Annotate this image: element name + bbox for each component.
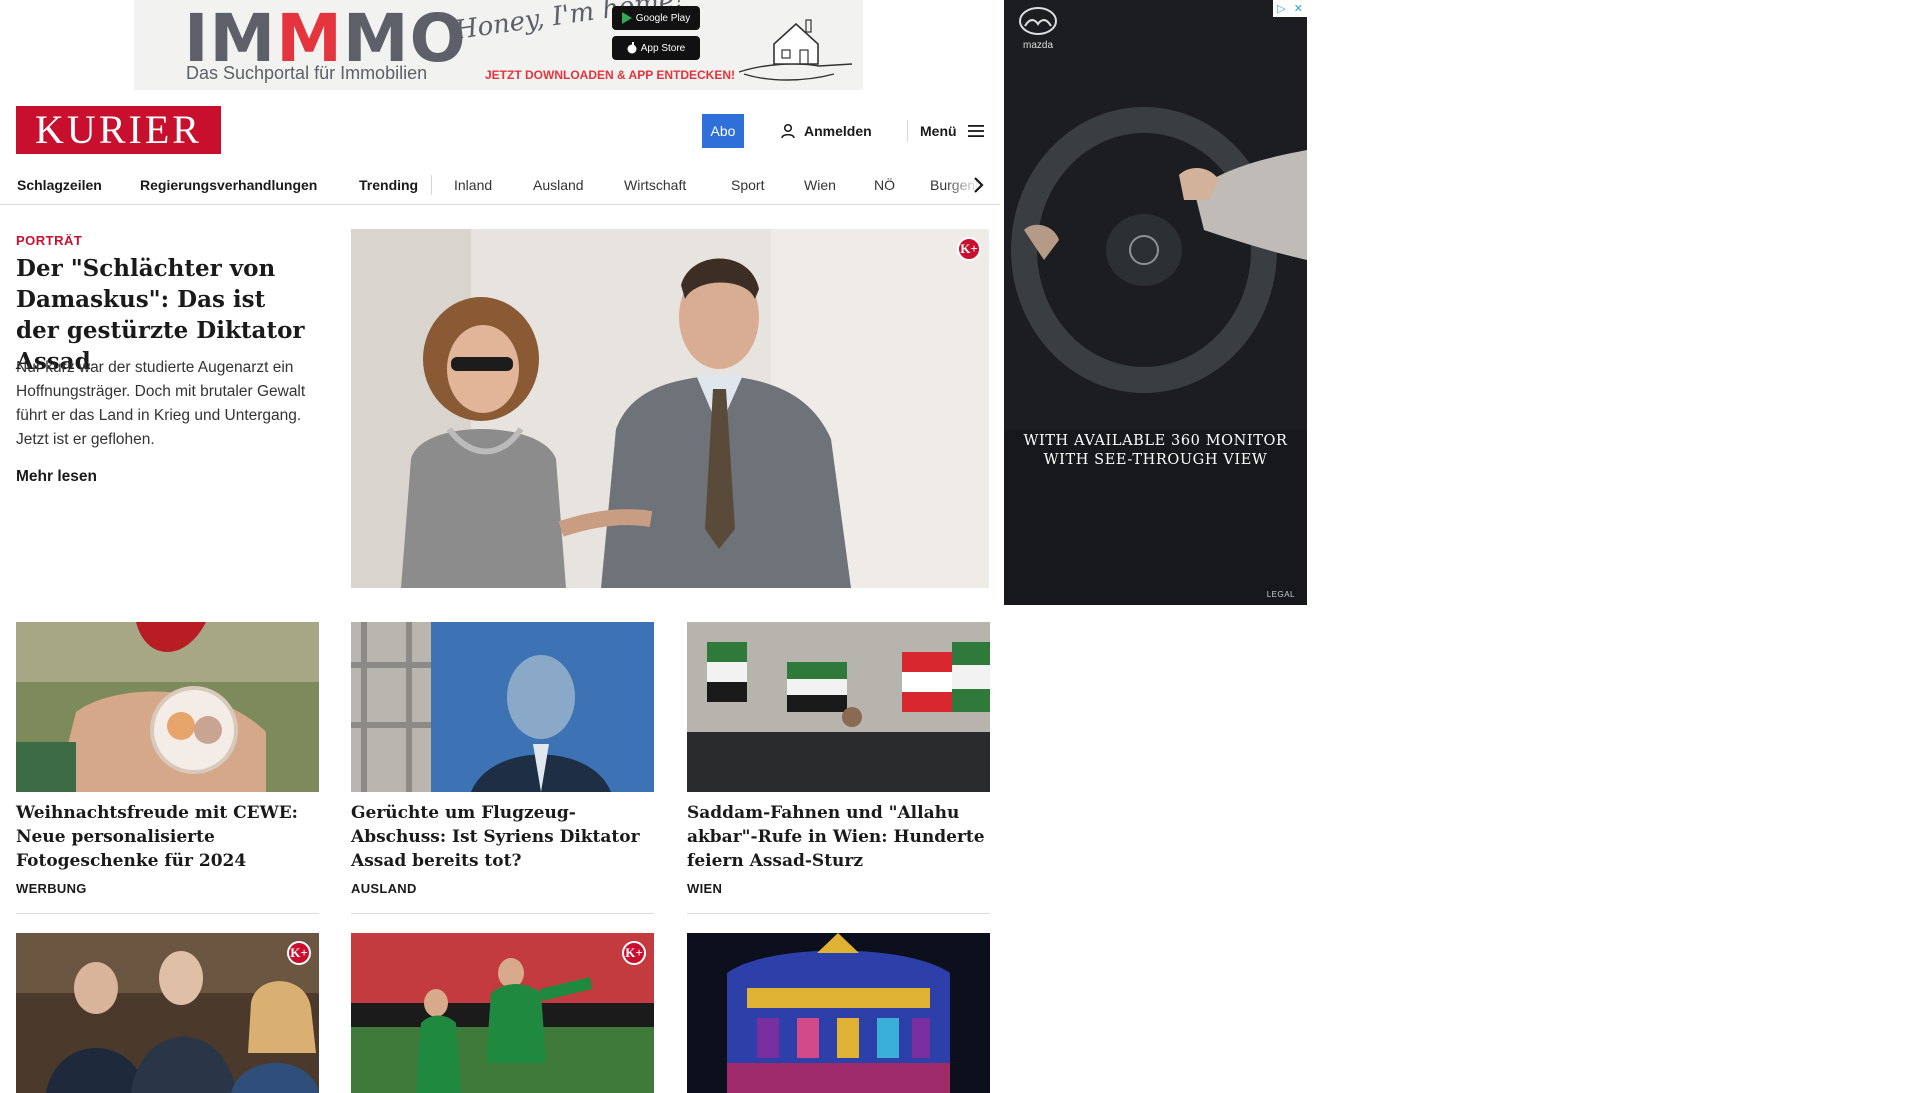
article-card[interactable]: K+ xyxy=(16,933,319,1093)
kurier-plus-badge: K+ xyxy=(957,237,981,261)
article-image[interactable] xyxy=(16,622,319,792)
poster-photo xyxy=(351,622,654,792)
app-store-badge[interactable]: App Store xyxy=(612,36,700,60)
ornament-photo xyxy=(16,622,319,792)
ad-car-interior-photo xyxy=(1004,0,1307,430)
card-divider xyxy=(351,913,654,914)
nav-item-inland[interactable]: Inland xyxy=(454,166,492,204)
article-title[interactable]: Saddam-Fahnen und "Allahu akbar"-Rufe in… xyxy=(687,801,990,873)
nav-item-schlagzeilen[interactable]: Schlagzeilen xyxy=(17,166,102,204)
kurier-logo[interactable]: KURIER xyxy=(16,106,221,154)
apple-icon xyxy=(627,42,637,54)
article-card[interactable]: Gerüchte um Flugzeug-Abschuss: Ist Syrie… xyxy=(351,622,654,914)
close-icon[interactable]: ✕ xyxy=(1294,2,1303,15)
hamburger-icon xyxy=(967,125,984,137)
ad-headline: WITH AVAILABLE 360 MONITOR WITH SEE-THRO… xyxy=(1023,433,1288,468)
article-category: WIEN xyxy=(687,881,723,896)
protest-photo xyxy=(687,622,990,792)
top-banner-ad[interactable]: IMMMO Das Suchportal für Immobilien Hone… xyxy=(134,0,863,90)
kurier-plus-badge: K+ xyxy=(287,941,311,965)
nav-item-wien[interactable]: Wien xyxy=(804,166,836,204)
kurier-plus-badge: K+ xyxy=(622,941,646,965)
ad-cta: JETZT DOWNLOADEN & APP ENTDECKEN! xyxy=(485,68,736,82)
lead-story-image[interactable]: K+ xyxy=(351,229,989,588)
article-image[interactable] xyxy=(687,622,990,792)
play-store-icon xyxy=(621,12,632,24)
article-image[interactable]: K+ xyxy=(351,933,654,1093)
ad-legal[interactable]: LEGAL xyxy=(1267,590,1295,599)
card-divider xyxy=(16,913,319,914)
menu-label: Menü xyxy=(920,123,957,139)
login-label: Anmelden xyxy=(804,123,872,139)
article-image[interactable] xyxy=(351,622,654,792)
article-image[interactable] xyxy=(687,933,990,1093)
politicians-photo xyxy=(16,933,319,1093)
article-card[interactable] xyxy=(687,933,990,1093)
lead-kicker: PORTRÄT xyxy=(16,233,83,248)
adchoices-icon[interactable]: ▷ xyxy=(1277,2,1285,15)
article-card[interactable]: Weihnachtsfreude mit CEWE: Neue personal… xyxy=(16,622,319,914)
abo-button[interactable]: Abo xyxy=(702,114,744,148)
nav-item-sport[interactable]: Sport xyxy=(731,166,764,204)
lead-photo xyxy=(351,229,989,588)
nav-item-regierungsverhandlungen[interactable]: Regierungsverhandlungen xyxy=(140,166,317,204)
lead-teaser: Nur kurz war der studierte Augenarzt ein… xyxy=(16,359,306,448)
user-icon xyxy=(781,123,795,139)
article-image[interactable]: K+ xyxy=(16,933,319,1093)
ad-brand-name: mazda xyxy=(1022,40,1053,51)
nav-item-ausland[interactable]: Ausland xyxy=(533,166,584,204)
article-title[interactable]: Gerüchte um Flugzeug-Abschuss: Ist Syrie… xyxy=(351,801,654,873)
section-nav: Schlagzeilen Regierungsverhandlungen Tre… xyxy=(0,166,1004,205)
google-play-badge[interactable]: Google Play xyxy=(612,6,700,30)
ad-tagline: Das Suchportal für Immobilien xyxy=(186,63,428,83)
article-card[interactable]: K+ xyxy=(351,933,654,1093)
header-divider xyxy=(907,120,908,142)
nav-item-trending[interactable]: Trending xyxy=(359,166,418,204)
football-photo xyxy=(351,933,654,1093)
menu-button[interactable]: Menü xyxy=(920,120,985,142)
nav-item-wirtschaft[interactable]: Wirtschaft xyxy=(624,166,686,204)
illuminated-building-photo xyxy=(687,933,990,1093)
login-button[interactable]: Anmelden xyxy=(780,120,872,142)
nav-divider xyxy=(431,175,432,195)
chevron-right-icon[interactable] xyxy=(968,175,988,195)
side-ad-mazda[interactable]: mazda WITH AVAILABLE 360 MONITOR WITH SE… xyxy=(1004,0,1307,605)
read-more-link[interactable]: Mehr lesen xyxy=(16,468,97,486)
nav-item-noe[interactable]: NÖ xyxy=(874,166,895,204)
adchoices-badge[interactable]: ▷ ✕ xyxy=(1273,0,1307,17)
article-category: WERBUNG xyxy=(16,881,87,896)
article-card[interactable]: Saddam-Fahnen und "Allahu akbar"-Rufe in… xyxy=(687,622,990,914)
hand-house-illustration xyxy=(738,19,853,81)
article-title[interactable]: Weihnachtsfreude mit CEWE: Neue personal… xyxy=(16,801,319,873)
article-category: AUSLAND xyxy=(351,881,417,896)
card-divider xyxy=(687,913,990,914)
